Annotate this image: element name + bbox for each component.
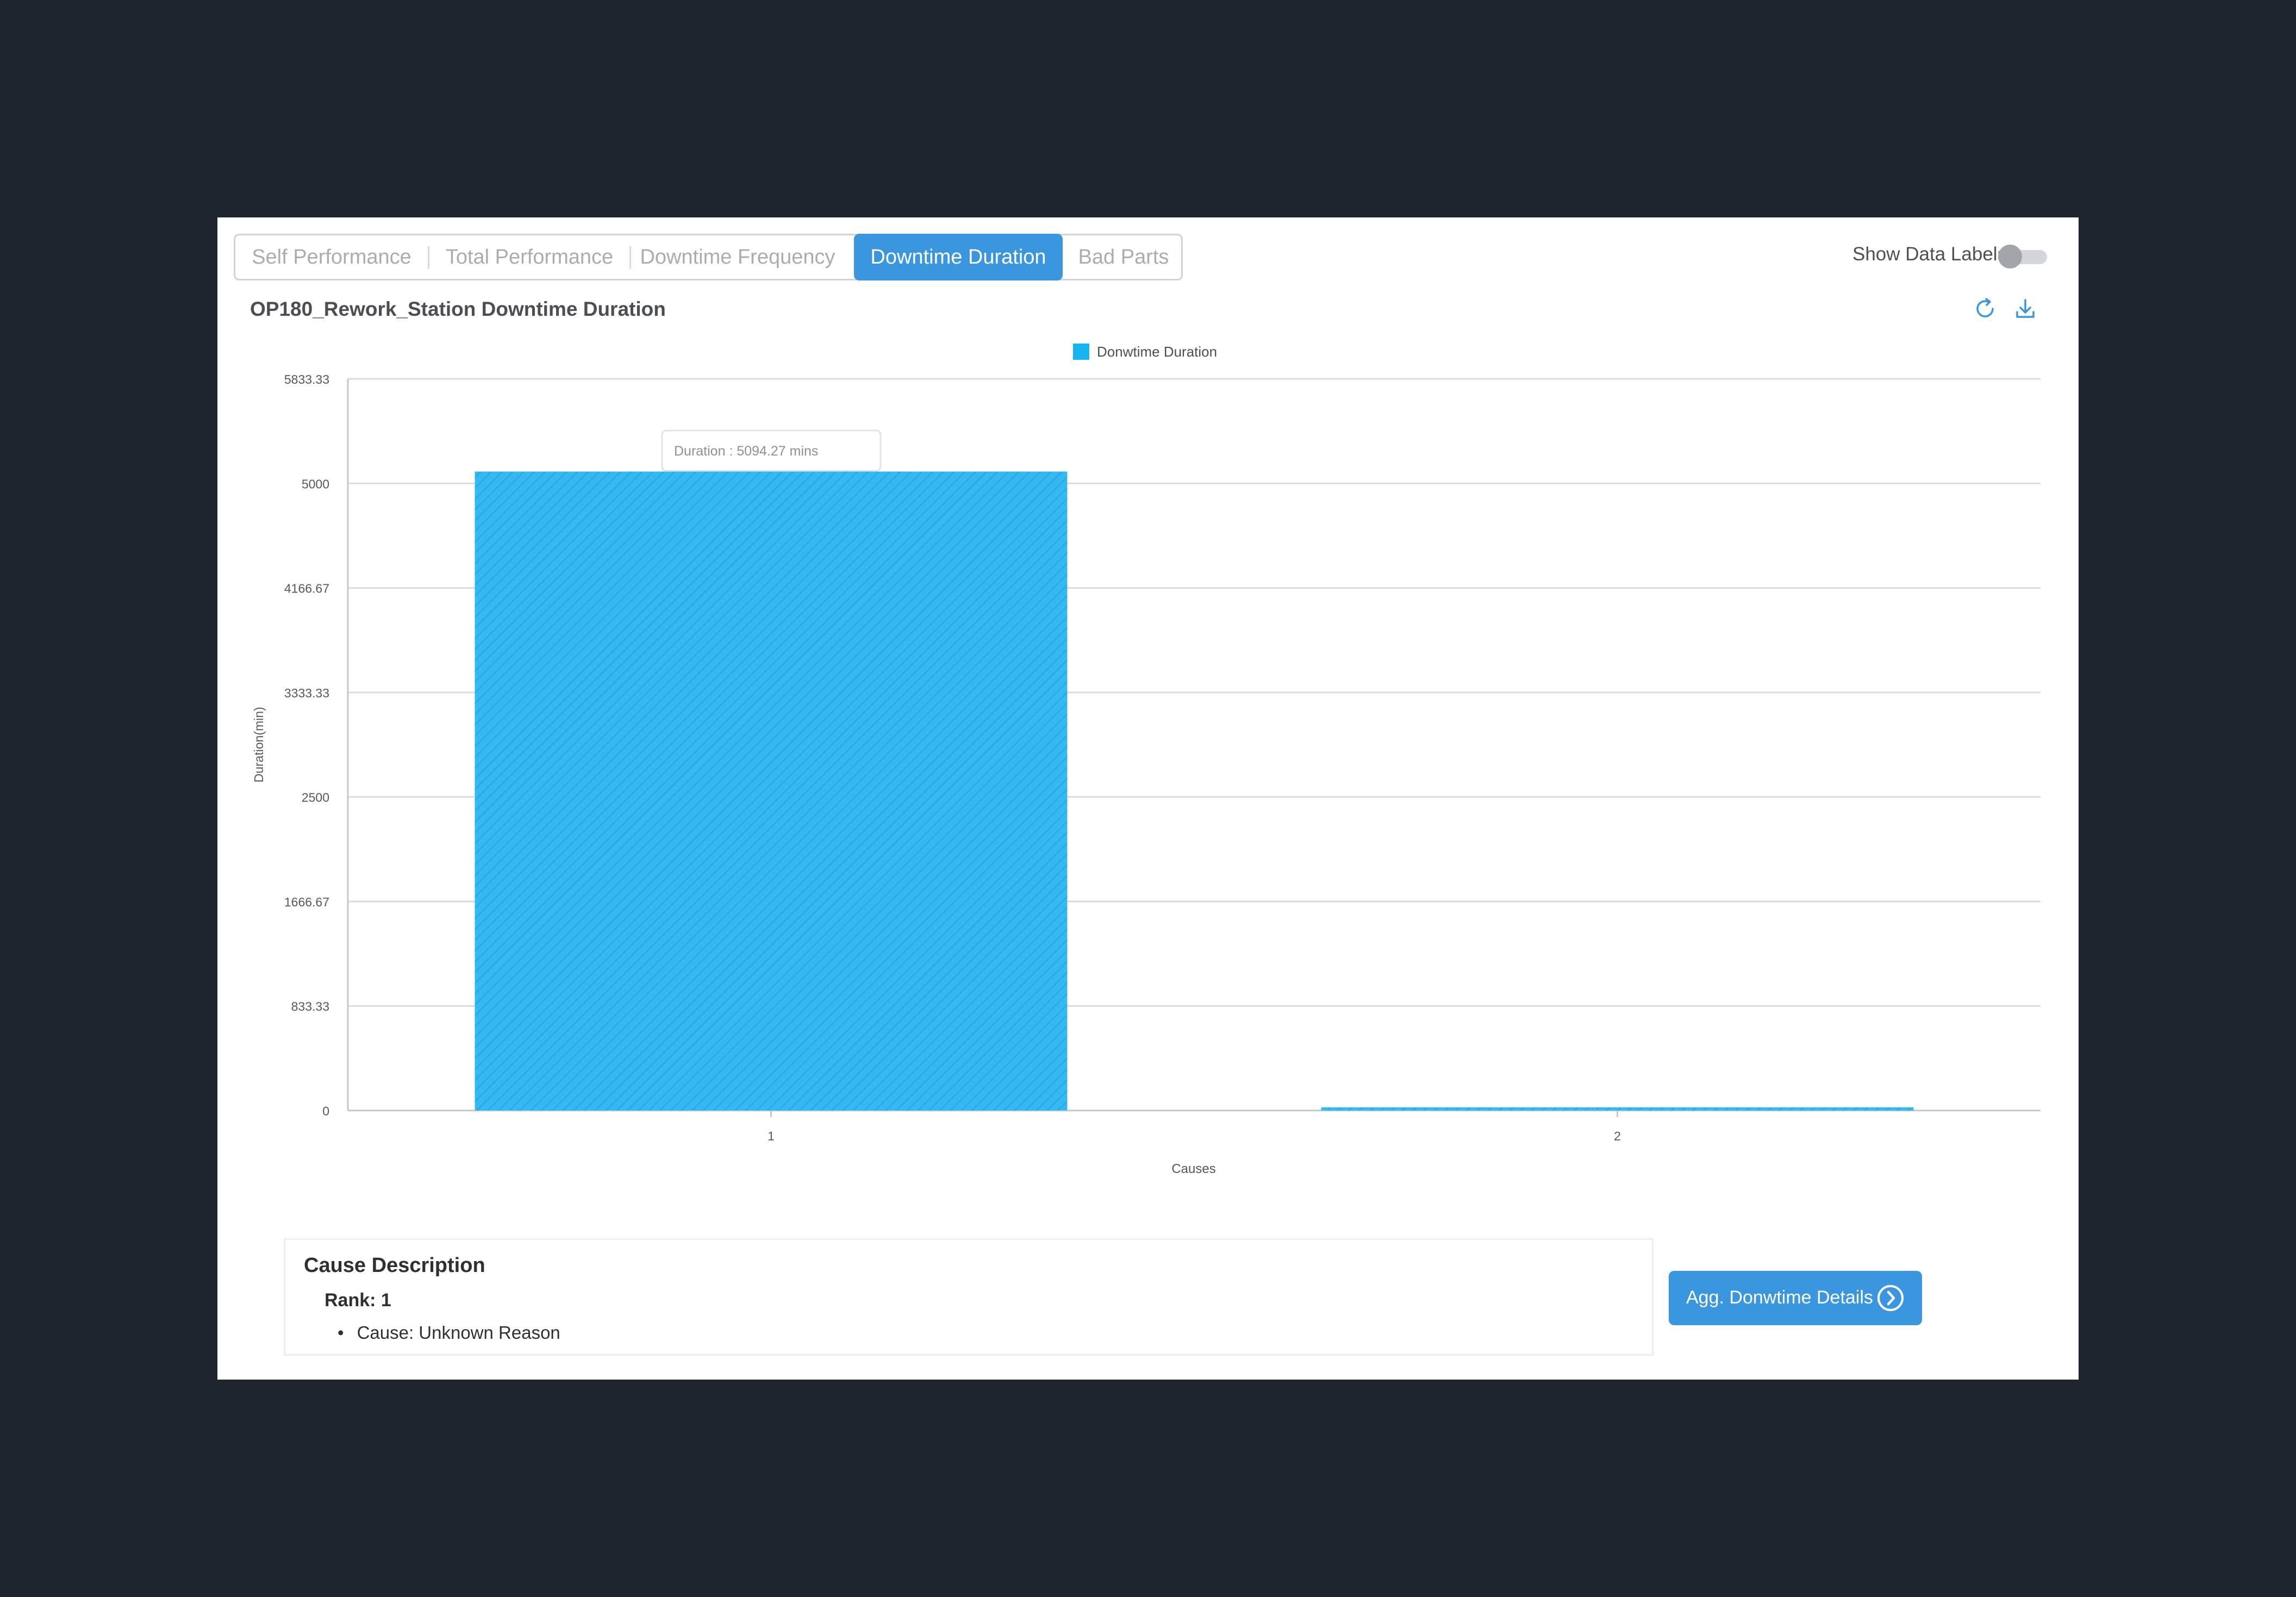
legend-swatch[interactable] (1073, 344, 1089, 360)
downtime-duration-chart: 0 833.33 1666.67 2500 3333.33 4166.67 5000 5833… (252, 344, 2041, 1176)
x-tick-label: 1 (768, 1129, 775, 1143)
bullet: • (338, 1322, 344, 1343)
y-tick-label: 3333.33 (284, 686, 329, 700)
tooltip-text: Duration : 5094.27 mins (674, 444, 818, 459)
cause-rank: Rank: 1 (325, 1290, 391, 1311)
screen: Self Performance Total Performance Downt… (0, 0, 2296, 1597)
x-tick-label: 2 (1614, 1129, 1621, 1143)
bar-tooltip: Duration : 5094.27 mins (661, 429, 882, 472)
cause-text: Cause: Unknown Reason (357, 1322, 560, 1343)
y-tick-label: 5000 (302, 477, 329, 491)
agg-button-label: Agg. Donwtime Details (1686, 1287, 1873, 1308)
cause-description: Cause Description Rank: 1 • Cause: Unknow… (284, 1238, 1654, 1356)
y-tick-label: 833.33 (291, 1000, 329, 1014)
bar-cause-1[interactable] (475, 471, 1068, 1111)
y-tick-label: 2500 (302, 790, 329, 804)
bar-cause-2[interactable] (1321, 1107, 1914, 1111)
list-item: • Cause: Unknown Reason (338, 1322, 560, 1343)
y-tick-label: 4166.67 (284, 582, 329, 596)
legend-label[interactable]: Donwtime Duration (1097, 344, 1217, 360)
y-tick-label: 1666.67 (284, 895, 329, 909)
chevron-right-circle-icon (1876, 1284, 1905, 1312)
agg-downtime-details-button[interactable]: Agg. Donwtime Details (1669, 1271, 1922, 1325)
y-axis-label: Duration(min) (252, 707, 266, 782)
y-tick-label: 5833.33 (284, 372, 329, 386)
y-tick-label: 0 (322, 1104, 329, 1118)
x-axis-label: Causes (1171, 1162, 1215, 1176)
downtime-panel: Self Performance Total Performance Downt… (217, 217, 2079, 1380)
cause-title: Cause Description (304, 1254, 485, 1277)
